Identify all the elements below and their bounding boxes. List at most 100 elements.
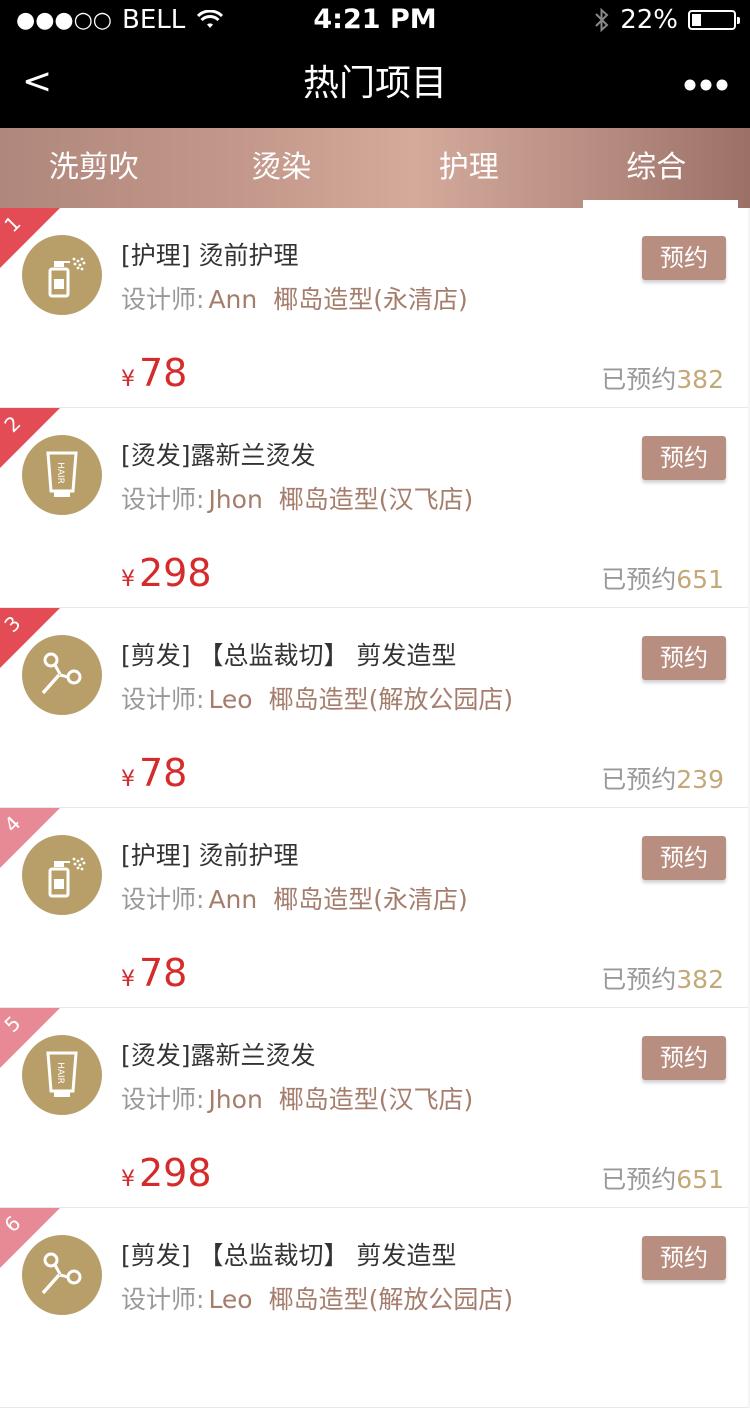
booked-label: 已预约: [601, 365, 676, 394]
booked-count: 已预约651: [601, 1160, 724, 1196]
item-title: [烫发]露新兰烫发: [121, 436, 316, 472]
rank-number: 2: [0, 411, 25, 437]
price-amount: 78: [139, 751, 187, 795]
rank-number: 4: [0, 811, 25, 837]
price: ¥298: [121, 1151, 212, 1195]
scissors-icon: [22, 635, 102, 715]
designer-label: 设计师:: [121, 685, 204, 714]
price-amount: 78: [139, 951, 187, 995]
rank-number: 3: [0, 611, 25, 637]
booked-count: 已预约239: [601, 760, 724, 796]
hot-items-list: 1[护理] 烫前护理设计师:Ann椰岛造型(永清店)预约¥78已预约3822HA…: [0, 208, 748, 1408]
booked-count: 已预约382: [601, 360, 724, 396]
spray-bottle-icon: [22, 835, 102, 915]
rank-number: 6: [0, 1211, 25, 1237]
tab-care[interactable]: 护理: [375, 128, 563, 208]
book-button[interactable]: 预约: [642, 836, 726, 880]
scissors-icon: [22, 1235, 102, 1315]
designer-name: Ann: [208, 285, 257, 314]
price: ¥78: [121, 351, 187, 395]
list-item[interactable]: 6 [剪发] 【总监裁切】 剪发造型设计师:Leo 椰岛造型(解放公园店) 预约: [0, 1208, 748, 1408]
tab-comprehensive[interactable]: 综合: [563, 128, 750, 208]
book-button[interactable]: 预约: [642, 1236, 726, 1280]
designer-label: 设计师:: [121, 285, 204, 314]
designer-name: Ann: [208, 885, 257, 914]
booked-number: 239: [676, 765, 724, 794]
designer-label: 设计师:: [121, 485, 204, 514]
currency-symbol: ¥: [121, 767, 135, 792]
shop-name: 椰岛造型(解放公园店): [269, 685, 514, 714]
designer-label: 设计师:: [121, 1285, 204, 1314]
list-item[interactable]: 2HAIR [烫发]露新兰烫发设计师:Jhon 椰岛造型(汉飞店) 预约 ¥298 已预约…: [0, 408, 748, 608]
price: ¥78: [121, 951, 187, 995]
booked-count: 已预约382: [601, 960, 724, 996]
rank-number: 1: [0, 211, 25, 237]
designer-info: 设计师:Leo 椰岛造型(解放公园店): [121, 680, 513, 716]
shop-name: 椰岛造型(解放公园店): [269, 1285, 514, 1314]
price-amount: 298: [139, 1151, 212, 1195]
booked-number: 382: [676, 965, 724, 994]
designer-info: 设计师:Ann 椰岛造型(永清店): [121, 280, 468, 316]
shop-name: 椰岛造型(汉飞店): [279, 485, 474, 514]
list-item[interactable]: 3 [剪发] 【总监裁切】 剪发造型设计师:Leo 椰岛造型(解放公园店) 预约 ¥78…: [0, 608, 748, 808]
spray-bottle-icon: [22, 235, 102, 315]
battery-level: [692, 14, 701, 26]
item-title: [护理] 烫前护理: [121, 836, 298, 872]
tab-perm-dye[interactable]: 烫染: [188, 128, 376, 208]
status-bar: ●●●○○ BELL 4:21 PM 22%: [0, 0, 750, 40]
item-title: [剪发] 【总监裁切】 剪发造型: [121, 1236, 456, 1272]
booked-number: 651: [676, 1165, 724, 1194]
rank-number: 5: [0, 1011, 25, 1037]
designer-name: Leo: [208, 1285, 252, 1314]
book-button[interactable]: 预约: [642, 1036, 726, 1080]
price: ¥298: [121, 551, 212, 595]
more-dots-icon: [684, 78, 728, 92]
price-amount: 298: [139, 551, 212, 595]
list-item[interactable]: 4 [护理] 烫前护理设计师:Ann 椰岛造型(永清店) 预约 ¥78 已预约382: [0, 808, 748, 1008]
designer-name: Jhon: [208, 485, 262, 514]
book-button[interactable]: 预约: [642, 636, 726, 680]
item-title: [烫发]露新兰烫发: [121, 1036, 316, 1072]
item-title: [剪发] 【总监裁切】 剪发造型: [121, 636, 456, 672]
designer-info: 设计师:Ann 椰岛造型(永清店): [121, 880, 468, 916]
shop-name: 椰岛造型(永清店): [273, 885, 468, 914]
page-title: 热门项目: [0, 60, 750, 108]
designer-info: 设计师:Jhon 椰岛造型(汉飞店): [121, 480, 473, 516]
list-item[interactable]: 5 HAIR [烫发]露新兰烫发设计师:Jhon 椰岛造型(汉飞店) 预约 ¥298 已预约…: [0, 1008, 748, 1208]
designer-name: Jhon: [208, 1085, 262, 1114]
designer-label: 设计师:: [121, 1085, 204, 1114]
currency-symbol: ¥: [121, 567, 135, 592]
category-tabs: 洗剪吹 烫染 护理 综合: [0, 128, 750, 208]
designer-label: 设计师:: [121, 885, 204, 914]
book-button[interactable]: 预约: [642, 236, 726, 280]
navigation-bar: < 热门项目: [0, 40, 750, 128]
item-title: [护理] 烫前护理: [121, 236, 298, 272]
price: ¥78: [121, 751, 187, 795]
booked-label: 已预约: [601, 565, 676, 594]
cream-tube-icon: HAIR: [22, 435, 102, 515]
shop-name: 椰岛造型(汉飞店): [279, 1085, 474, 1114]
more-options-button[interactable]: [684, 60, 728, 92]
currency-symbol: ¥: [121, 1167, 135, 1192]
list-item[interactable]: 1 [护理] 烫前护理设计师:Ann 椰岛造型(永清店) 预约 ¥78 已预约382: [0, 208, 748, 408]
battery-percent: 22%: [620, 5, 678, 35]
booked-label: 已预约: [601, 1165, 676, 1194]
tab-wash-cut-blow[interactable]: 洗剪吹: [0, 128, 188, 208]
currency-symbol: ¥: [121, 967, 135, 992]
currency-symbol: ¥: [121, 367, 135, 392]
price-amount: 78: [139, 351, 187, 395]
shop-name: 椰岛造型(永清店): [273, 285, 468, 314]
svg-text:HAIR: HAIR: [55, 1062, 65, 1084]
designer-name: Leo: [208, 685, 252, 714]
cream-tube-icon: HAIR: [22, 1035, 102, 1115]
booked-count: 已预约651: [601, 560, 724, 596]
booked-number: 382: [676, 365, 724, 394]
bluetooth-icon: [594, 7, 610, 33]
battery-icon: [688, 10, 736, 30]
designer-info: 设计师:Leo 椰岛造型(解放公园店): [121, 1280, 513, 1316]
designer-info: 设计师:Jhon 椰岛造型(汉飞店): [121, 1080, 473, 1116]
book-button[interactable]: 预约: [642, 436, 726, 480]
booked-label: 已预约: [601, 765, 676, 794]
booked-label: 已预约: [601, 965, 676, 994]
booked-number: 651: [676, 565, 724, 594]
